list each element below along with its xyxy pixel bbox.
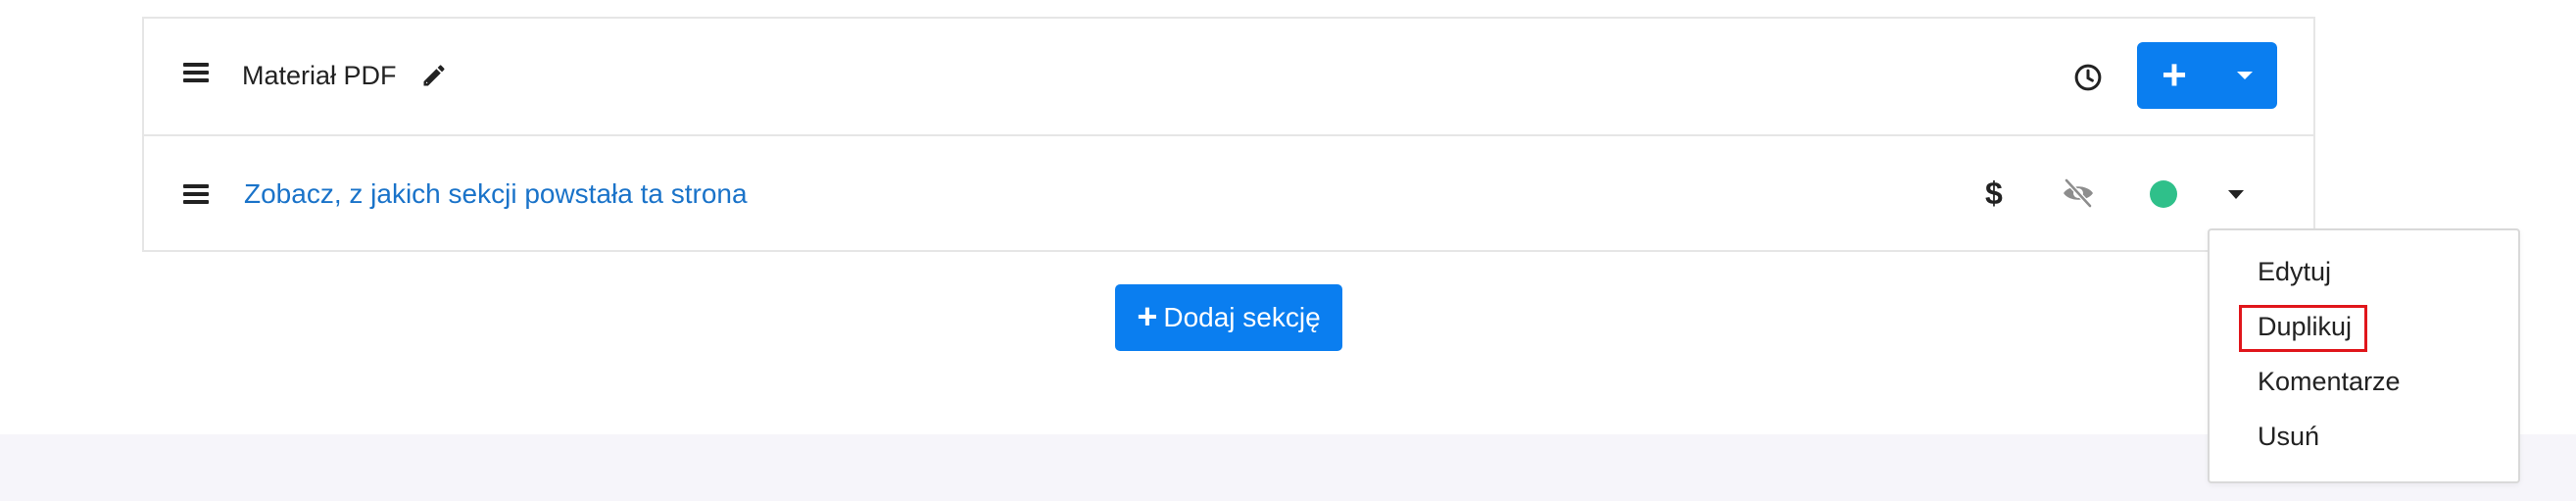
menu-item-edit[interactable]: Edytuj xyxy=(2258,254,2331,289)
section-row: Zobacz, z jakich sekcji powstała ta stro… xyxy=(144,136,2313,252)
plus-icon: + xyxy=(1137,295,1158,336)
module-header: Materiał PDF + xyxy=(144,19,2313,136)
menu-item-delete[interactable]: Usuń xyxy=(2258,419,2319,454)
clock-icon[interactable] xyxy=(2073,63,2103,92)
drag-handle-hamburger-icon[interactable] xyxy=(183,63,209,82)
eye-slash-icon[interactable] xyxy=(2060,176,2097,210)
dollar-icon[interactable]: $ xyxy=(1985,174,2003,213)
add-section-button[interactable]: + Dodaj sekcję xyxy=(1115,284,1342,351)
module-card: Materiał PDF + Zobacz, z jakich sekcji p… xyxy=(142,17,2315,252)
section-drag-hamburger-icon[interactable] xyxy=(183,184,209,204)
caret-down-icon[interactable] xyxy=(2228,190,2244,199)
section-link[interactable]: Zobacz, z jakich sekcji powstała ta stro… xyxy=(244,175,748,214)
pencil-icon[interactable] xyxy=(420,62,448,89)
menu-item-comments[interactable]: Komentarze xyxy=(2258,364,2401,399)
add-dropdown-toggle[interactable] xyxy=(2211,42,2277,109)
add-button[interactable]: + xyxy=(2137,42,2211,109)
section-dropdown-menu: Edytuj Duplikuj Komentarze Usuń xyxy=(2208,228,2520,483)
menu-item-duplicate[interactable]: Duplikuj xyxy=(2258,309,2352,344)
caret-down-icon xyxy=(2236,72,2253,79)
status-dot-icon[interactable] xyxy=(2150,180,2177,208)
footer-band xyxy=(0,434,2576,501)
module-title: Materiał PDF xyxy=(242,61,397,90)
add-split-button: + xyxy=(2137,42,2277,109)
add-section-label: Dodaj sekcję xyxy=(1163,302,1321,332)
